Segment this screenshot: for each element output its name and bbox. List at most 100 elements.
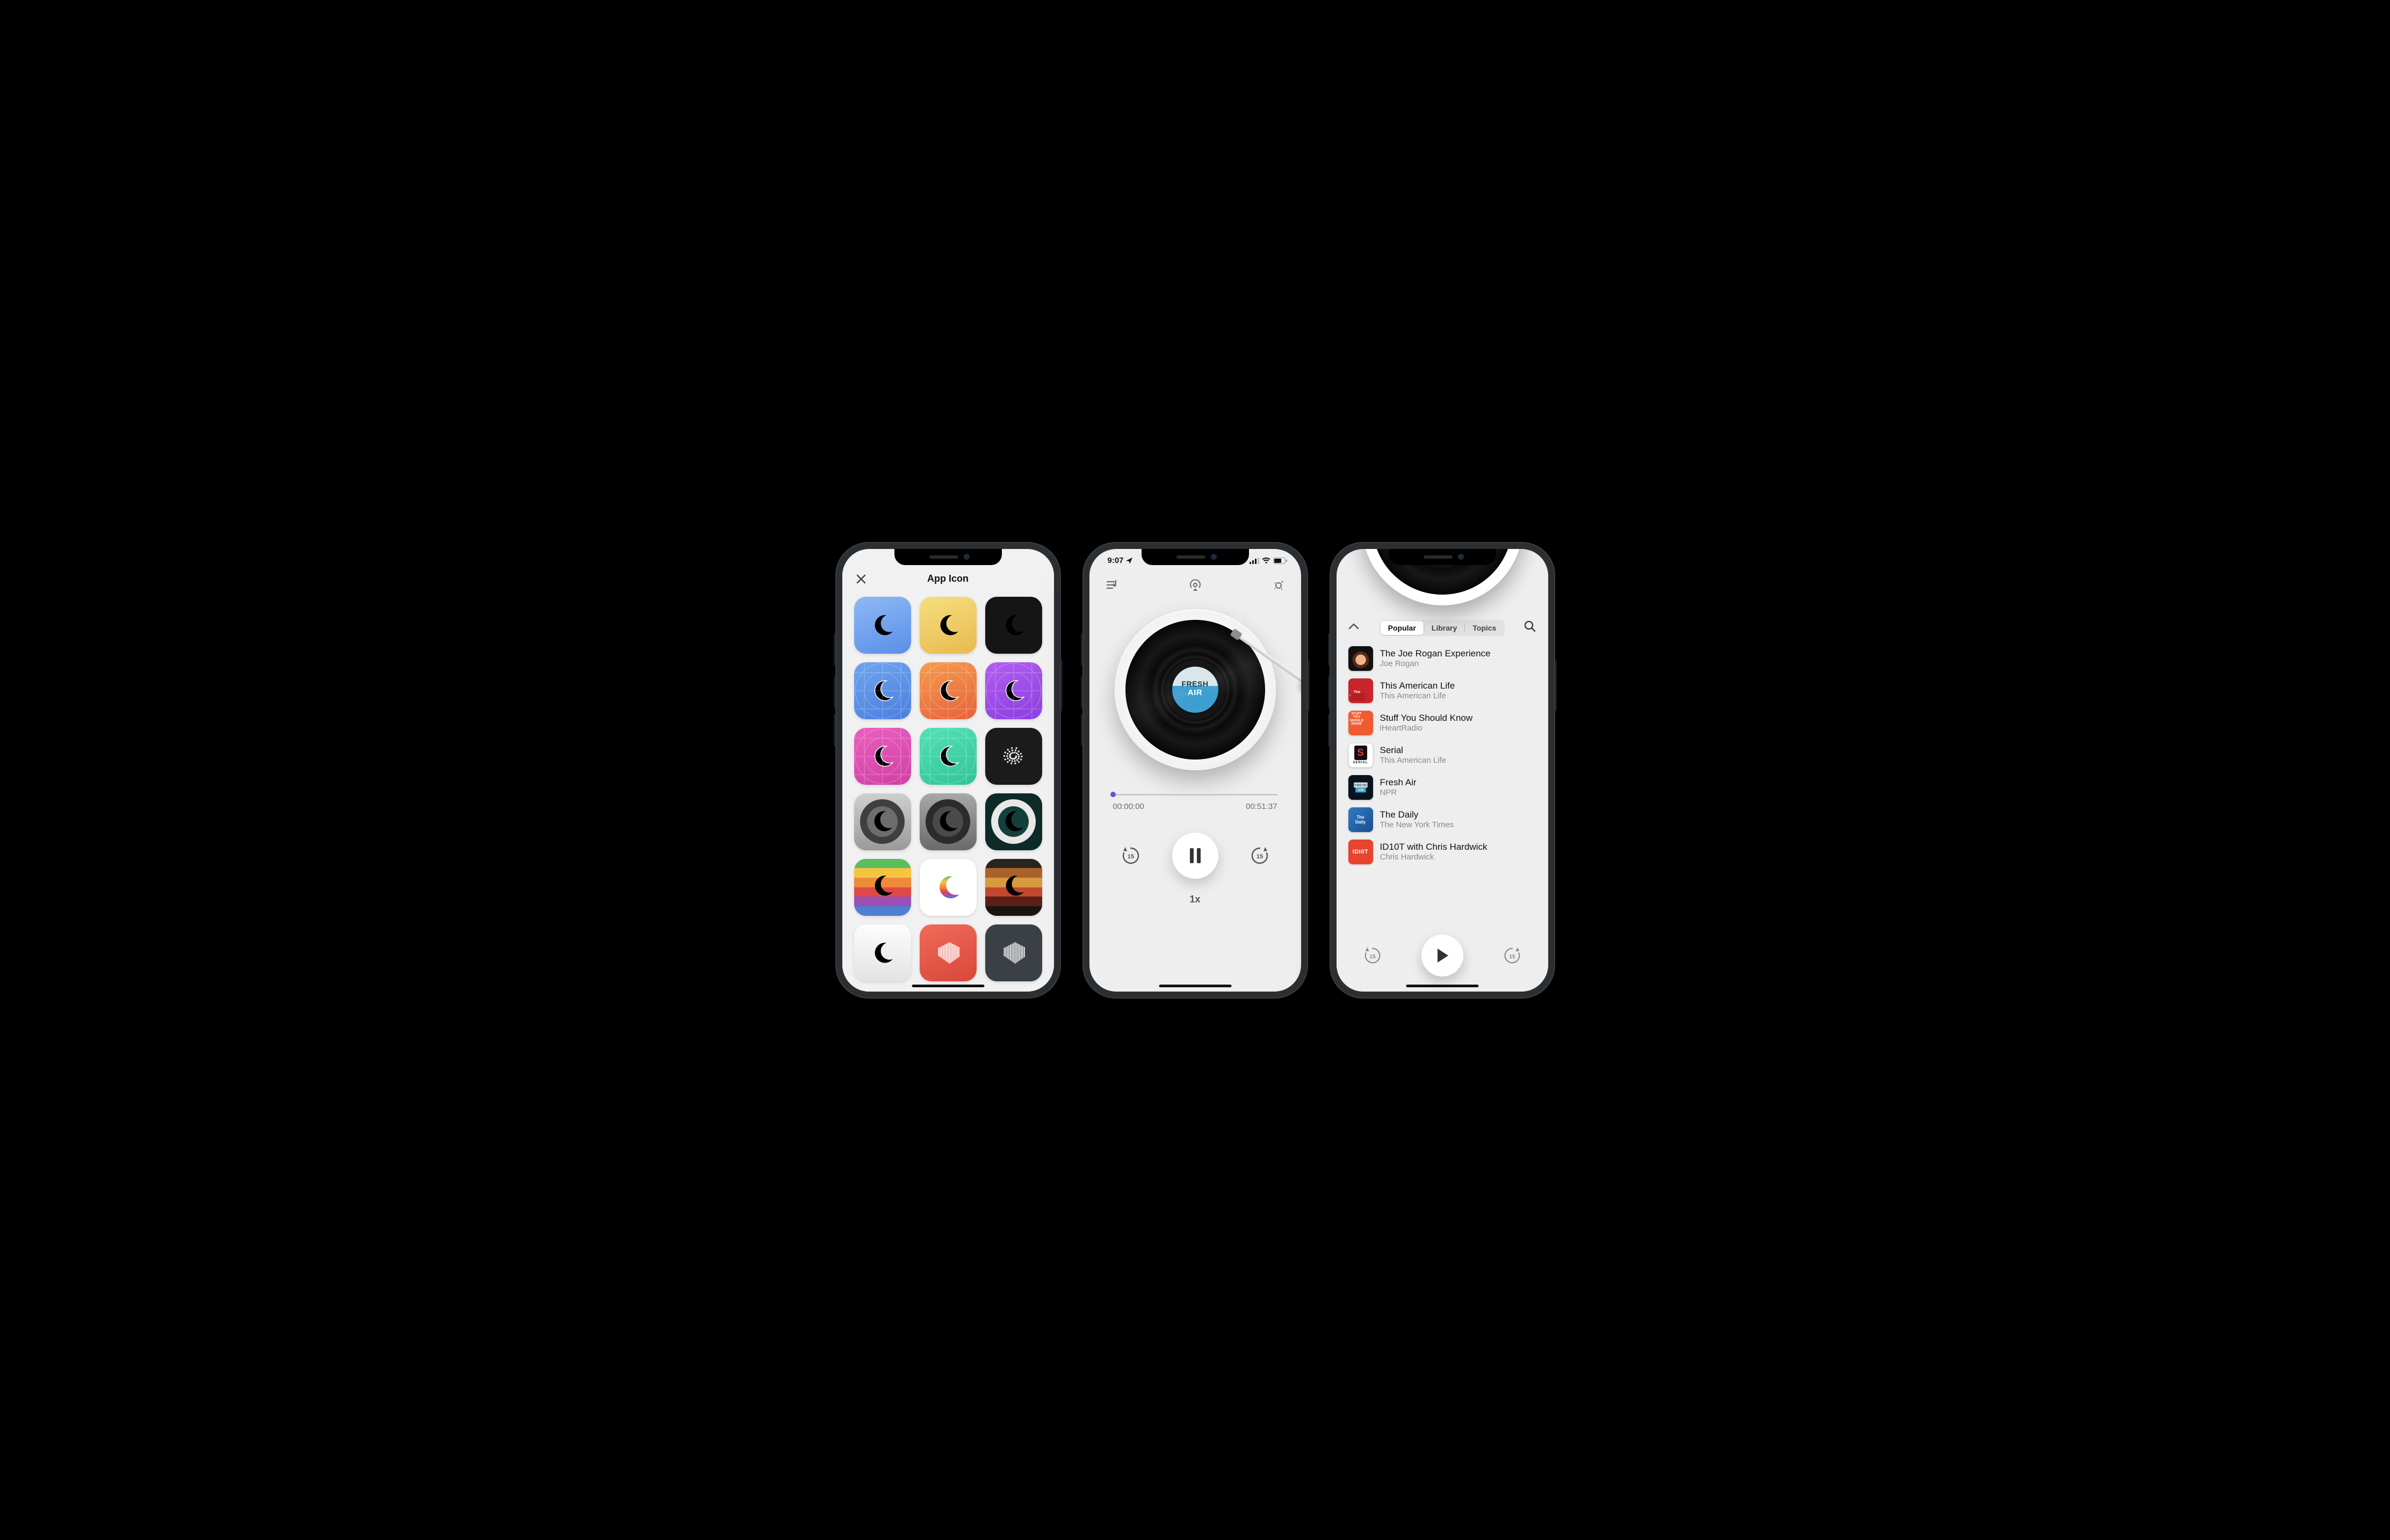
podcast-title: Serial xyxy=(1380,745,1536,756)
podcast-artwork: STUFFYOUSHOULDKNOW xyxy=(1348,711,1373,735)
podcast-author: This American Life xyxy=(1380,691,1536,700)
chevron-up-icon xyxy=(1348,623,1359,630)
svg-text:15: 15 xyxy=(1509,953,1515,959)
podcast-title: Fresh Air xyxy=(1380,777,1536,788)
tab-library[interactable]: Library xyxy=(1424,621,1464,635)
skip-back-button[interactable]: 15 xyxy=(1118,843,1143,868)
podcast-title: The Joe Rogan Experience xyxy=(1380,648,1536,659)
home-indicator[interactable] xyxy=(1406,985,1478,987)
location-icon xyxy=(1126,558,1132,564)
skip-forward-icon: 15 xyxy=(1502,945,1522,966)
app-icon-option[interactable] xyxy=(854,924,911,981)
cellular-icon xyxy=(1250,558,1259,564)
notch xyxy=(1389,549,1496,565)
album-label: FRESH AIR xyxy=(1172,667,1218,713)
svg-text:15: 15 xyxy=(1256,854,1262,860)
podcast-row[interactable]: FRESHAIR Fresh AirNPR xyxy=(1346,771,1539,804)
progress-thumb[interactable] xyxy=(1110,792,1116,797)
turntable: FRESH AIR xyxy=(1089,598,1301,776)
collapse-button[interactable] xyxy=(1348,623,1362,633)
notch xyxy=(894,549,1002,565)
close-button[interactable] xyxy=(853,571,869,587)
pause-icon xyxy=(1188,848,1202,864)
sparkle-icon xyxy=(1272,579,1285,592)
podcast-row[interactable]: IDI0TID10T with Chris HardwickChris Hard… xyxy=(1346,836,1539,868)
app-icon-option[interactable] xyxy=(854,728,911,785)
app-icon-option[interactable] xyxy=(985,793,1042,850)
icon-grid xyxy=(842,595,1054,992)
podcast-author: iHeartRadio xyxy=(1380,724,1536,733)
notch xyxy=(1142,549,1249,565)
podcast-row[interactable]: TheDailyThe DailyThe New York Times xyxy=(1346,804,1539,836)
app-icon-option[interactable] xyxy=(920,728,977,785)
app-icon-option[interactable] xyxy=(854,859,911,916)
play-button[interactable] xyxy=(1421,935,1463,977)
pause-button[interactable] xyxy=(1172,833,1218,879)
skip-back-button[interactable]: 15 xyxy=(1360,943,1385,968)
podcast-title: Stuff You Should Know xyxy=(1380,713,1536,724)
podcast-author: Joe Rogan xyxy=(1380,659,1536,668)
home-indicator[interactable] xyxy=(1159,985,1231,987)
tab-topics[interactable]: Topics xyxy=(1465,621,1504,635)
battery-icon xyxy=(1273,558,1287,564)
app-icon-option[interactable] xyxy=(985,728,1042,785)
phone-frame-2: 9:07 xyxy=(1082,542,1308,999)
wifi-icon xyxy=(1262,558,1270,564)
airplay-icon xyxy=(1188,579,1202,592)
time-elapsed: 00:00:00 xyxy=(1113,802,1144,811)
phone-frame-1: App Icon xyxy=(835,542,1061,999)
sheet-header: App Icon xyxy=(842,563,1054,595)
skip-forward-icon: 15 xyxy=(1249,845,1270,866)
app-icon-option[interactable] xyxy=(854,597,911,654)
svg-text:15: 15 xyxy=(1369,953,1376,959)
home-indicator[interactable] xyxy=(912,985,984,987)
skip-forward-button[interactable]: 15 xyxy=(1247,843,1272,868)
app-icon-option[interactable] xyxy=(920,662,977,719)
podcast-row[interactable]: SSERIAL SerialThis American Life xyxy=(1346,739,1539,771)
app-icon-option[interactable] xyxy=(985,662,1042,719)
podcast-artwork: SSERIAL xyxy=(1348,743,1373,768)
podcast-row[interactable]: STUFFYOUSHOULDKNOW Stuff You Should Knowi… xyxy=(1346,707,1539,739)
queue-button[interactable] xyxy=(1102,576,1122,595)
search-icon xyxy=(1524,620,1536,632)
app-icon-option[interactable] xyxy=(985,924,1042,981)
podcast-artwork: IDI0T xyxy=(1348,840,1373,864)
skip-back-icon: 15 xyxy=(1362,945,1383,966)
app-icon-option[interactable] xyxy=(985,859,1042,916)
podcast-artwork: FRESHAIR xyxy=(1348,775,1373,800)
play-icon xyxy=(1435,948,1449,964)
app-icon-option[interactable] xyxy=(920,597,977,654)
skip-forward-button[interactable]: 15 xyxy=(1500,943,1525,968)
airplay-button[interactable] xyxy=(1186,576,1205,595)
app-icon-option[interactable] xyxy=(854,662,911,719)
playback-speed-button[interactable]: 1x xyxy=(1189,894,1200,905)
queue-icon xyxy=(1106,580,1118,591)
podcast-row[interactable]: ThisAmericanLife This American LifeThis A… xyxy=(1346,675,1539,707)
podcast-author: Chris Hardwick xyxy=(1380,852,1536,862)
podcast-author: This American Life xyxy=(1380,756,1536,765)
podcast-title: The Daily xyxy=(1380,809,1536,820)
podcast-author: NPR xyxy=(1380,788,1536,797)
podcast-artwork xyxy=(1348,646,1373,671)
app-icon-option[interactable] xyxy=(920,924,977,981)
status-time: 9:07 xyxy=(1108,556,1124,565)
theme-button[interactable] xyxy=(1269,576,1288,595)
app-icon-option[interactable] xyxy=(920,859,977,916)
app-icon-option[interactable] xyxy=(985,597,1042,654)
segmented-control: PopularLibraryTopics xyxy=(1380,620,1505,636)
search-button[interactable] xyxy=(1522,620,1536,635)
progress-slider[interactable] xyxy=(1113,794,1277,796)
sheet-title: App Icon xyxy=(927,573,969,584)
app-icon-option[interactable] xyxy=(854,793,911,850)
phone-frame-3: FRESH AIR PopularLibraryTopics The Joe R… xyxy=(1330,542,1555,999)
skip-back-icon: 15 xyxy=(1120,845,1142,866)
podcast-list[interactable]: The Joe Rogan ExperienceJoe RoganThisAme… xyxy=(1337,642,1548,936)
podcast-artwork: ThisAmericanLife xyxy=(1348,678,1373,703)
svg-text:15: 15 xyxy=(1127,854,1133,860)
podcast-row[interactable]: The Joe Rogan ExperienceJoe Rogan xyxy=(1346,642,1539,675)
app-icon-option[interactable] xyxy=(920,793,977,850)
tab-popular[interactable]: Popular xyxy=(1381,621,1424,635)
podcast-author: The New York Times xyxy=(1380,820,1536,829)
close-icon xyxy=(856,574,866,584)
podcast-title: This American Life xyxy=(1380,681,1536,691)
